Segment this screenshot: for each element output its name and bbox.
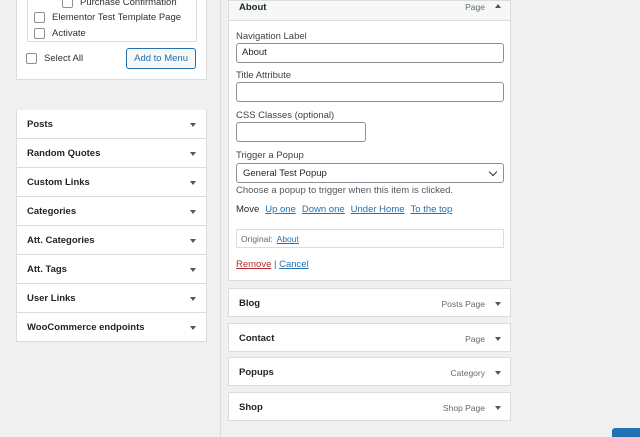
move-under-home-link[interactable]: Under Home [351,204,405,215]
left-panel: Purchase Confirmation Elementor Test Tem… [16,0,207,342]
checkbox[interactable] [34,12,45,23]
accordion-title: Custom Links [27,177,90,188]
list-item[interactable]: Elementor Test Template Page [34,12,181,23]
menu-item-type: Posts Page [441,299,485,309]
navigation-label-label: Navigation Label [236,31,307,42]
navigation-label-input[interactable]: About [236,43,504,63]
list-item-label: Activate [52,28,86,39]
menu-item-title: Blog [239,298,261,309]
chevron-down-icon [488,167,498,177]
menu-item-type: Category [450,368,486,378]
arrow-down-icon [190,326,196,330]
arrow-down-icon[interactable] [495,371,501,375]
menu-item-shop[interactable]: Shop Shop Page [228,392,511,421]
menu-item-type: Shop Page [442,403,485,413]
trigger-popup-description: Choose a popup to trigger when this item… [236,185,454,196]
css-classes-input[interactable] [236,122,366,142]
trigger-popup-value: General Test Popup [243,168,327,179]
menu-item-title: Popups [239,367,274,378]
arrow-down-icon [190,268,196,272]
arrow-down-icon [190,152,196,156]
trigger-popup-select[interactable]: General Test Popup [236,163,504,183]
menu-item-header[interactable]: About Page [229,1,510,21]
accordion-title: User Links [27,293,76,304]
accordion-title: Random Quotes [27,148,101,159]
original-box: Original: About [236,229,504,248]
arrow-down-icon [190,181,196,185]
move-controls: Move Up one Down one Under Home To the t… [236,204,452,215]
select-all-checkbox[interactable] [26,53,37,64]
menu-item-contact[interactable]: Contact Page [228,323,511,352]
list-item[interactable]: Purchase Confirmation [62,0,177,8]
column-divider [220,0,221,437]
menu-item-blog[interactable]: Blog Posts Page [228,288,511,317]
list-item-label: Elementor Test Template Page [52,12,182,23]
menu-item-type: Page [465,334,485,344]
move-down-one-link[interactable]: Down one [302,204,345,215]
menu-item-about-settings: About Page Navigation Label About Title … [228,0,511,281]
action-separator: | [274,259,277,270]
move-label: Move [236,204,260,215]
css-classes-label: CSS Classes (optional) [236,110,335,121]
arrow-up-icon[interactable] [495,4,501,8]
accordion-title: Posts [27,119,53,130]
accordion-title: WooCommerce endpoints [27,322,145,333]
save-menu-button[interactable] [612,428,640,437]
accordion-random-quotes[interactable]: Random Quotes [16,139,207,168]
select-all[interactable]: Select All [26,53,83,64]
move-up-one-link[interactable]: Up one [265,204,296,215]
add-to-menu-button[interactable]: Add to Menu [126,48,196,69]
list-item-label: Purchase Confirmation [80,0,177,8]
trigger-popup-label: Trigger a Popup [236,150,304,161]
pages-box: Purchase Confirmation Elementor Test Tem… [16,0,207,80]
accordion-title: Att. Categories [27,235,95,246]
list-item[interactable]: Activate [34,28,86,39]
accordion-custom-links[interactable]: Custom Links [16,168,207,197]
remove-link[interactable]: Remove [236,259,271,270]
menu-item-title: Contact [239,333,275,344]
accordion-woocommerce-endpoints[interactable]: WooCommerce endpoints [16,313,207,342]
checkbox[interactable] [34,28,45,39]
original-link[interactable]: About [277,234,299,244]
move-to-top-link[interactable]: To the top [411,204,453,215]
title-attribute-label: Title Attribute [236,70,292,81]
pages-checklist: Purchase Confirmation Elementor Test Tem… [27,0,197,42]
accordion-posts[interactable]: Posts [16,110,207,139]
accordion-att-categories[interactable]: Att. Categories [16,226,207,255]
original-text: Original: About [241,234,299,244]
cancel-link[interactable]: Cancel [279,259,309,270]
menu-item-type: Page [465,2,485,12]
arrow-down-icon [190,210,196,214]
menu-item-title: Shop [239,402,263,413]
checkbox[interactable] [62,0,73,8]
title-attribute-input[interactable] [236,82,504,102]
arrow-down-icon [190,297,196,301]
accordion-att-tags[interactable]: Att. Tags [16,255,207,284]
accordion-title: Categories [27,206,77,217]
menu-item-title: About [239,2,267,13]
arrow-down-icon [190,123,196,127]
select-all-label: Select All [44,53,84,64]
accordion-title: Att. Tags [27,264,67,275]
accordion-categories[interactable]: Categories [16,197,207,226]
item-actions: Remove | Cancel [236,259,309,270]
arrow-down-icon [190,239,196,243]
original-label: Original: [241,234,273,244]
arrow-down-icon[interactable] [495,337,501,341]
arrow-down-icon[interactable] [495,302,501,306]
menu-item-popups[interactable]: Popups Category [228,357,511,386]
accordion-user-links[interactable]: User Links [16,284,207,313]
arrow-down-icon[interactable] [495,406,501,410]
